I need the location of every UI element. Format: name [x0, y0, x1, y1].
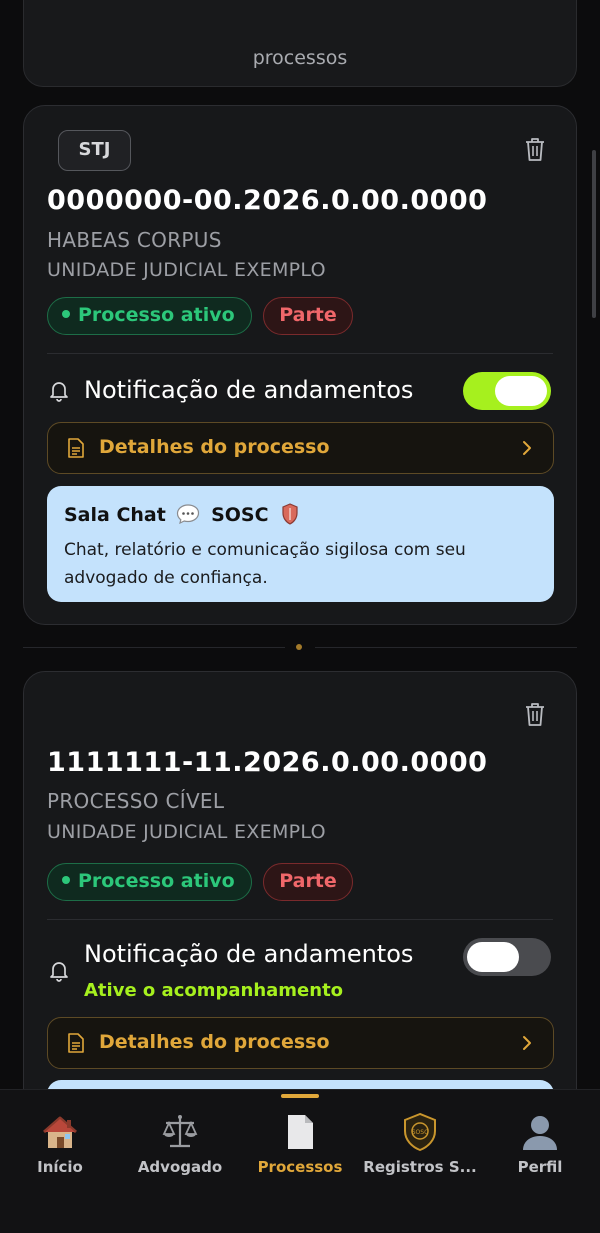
- process-number: 0000000-00.2026.0.00.0000: [47, 185, 488, 216]
- process-details-button[interactable]: Detalhes do processo: [47, 422, 554, 474]
- trash-icon[interactable]: [524, 136, 546, 162]
- notification-hint: Ative o acompanhamento: [84, 980, 344, 1001]
- tab-processos[interactable]: Processos: [240, 1112, 360, 1176]
- judicial-unit: UNIDADE JUDICIAL EXEMPLO: [47, 821, 326, 843]
- status-dot-icon: [62, 875, 70, 884]
- tab-advogado[interactable]: Advogado: [120, 1112, 240, 1176]
- toggle-knob: [467, 942, 519, 972]
- tab-label: Processos: [257, 1158, 343, 1176]
- tab-label: Registros S...: [363, 1158, 477, 1176]
- divider-dot: [296, 644, 302, 650]
- tab-label: Advogado: [137, 1158, 223, 1176]
- tab-label: Início: [37, 1158, 83, 1176]
- process-details-label: Detalhes do processo: [99, 436, 330, 458]
- chat-room-description: Chat, relatório e comunicação sigilosa c…: [64, 540, 466, 588]
- house-icon: [43, 1116, 77, 1148]
- previous-section-card: processos: [23, 0, 577, 87]
- document-icon: [288, 1115, 313, 1149]
- divider: [47, 919, 553, 920]
- divider: [47, 353, 553, 354]
- shield-icon: [282, 502, 298, 525]
- tab-inicio[interactable]: Início: [0, 1112, 120, 1176]
- judicial-unit: UNIDADE JUDICIAL EXEMPLO: [47, 259, 326, 281]
- toggle-knob: [495, 376, 547, 406]
- role-badge: Parte: [263, 863, 353, 901]
- status-badge: Processo ativo: [47, 863, 252, 901]
- scrollbar[interactable]: [592, 150, 596, 318]
- chat-room-title: Sala Chat SOSC: [64, 502, 299, 527]
- process-details-label: Detalhes do processo: [99, 1031, 330, 1053]
- tab-registros[interactable]: SOSC Registros S...: [360, 1112, 480, 1176]
- notification-label: Notificação de andamentos: [84, 940, 414, 968]
- bell-icon: [50, 962, 68, 982]
- bell-icon: [50, 382, 68, 402]
- bottom-tab-bar: Início Advogado Processos SOSC Registros…: [0, 1089, 600, 1233]
- document-icon: [68, 1033, 84, 1053]
- user-icon: [523, 1116, 557, 1150]
- status-dot-icon: [62, 309, 70, 318]
- document-icon: [68, 438, 84, 458]
- process-details-button[interactable]: Detalhes do processo: [47, 1017, 554, 1069]
- sosc-badge-icon: SOSC: [404, 1112, 436, 1152]
- trash-icon[interactable]: [524, 701, 546, 727]
- tab-label: Perfil: [517, 1158, 563, 1176]
- process-type: PROCESSO CÍVEL: [47, 789, 225, 813]
- notification-label: Notificação de andamentos: [84, 376, 414, 404]
- chevron-right-icon: [523, 1036, 531, 1050]
- role-badge: Parte: [263, 297, 353, 335]
- court-badge: STJ: [58, 130, 131, 171]
- tab-perfil[interactable]: Perfil: [480, 1112, 600, 1176]
- svg-text:SOSC: SOSC: [412, 1129, 429, 1136]
- chat-room-banner[interactable]: Sala Chat SOSC Chat, relatório e comunic…: [47, 486, 554, 602]
- process-card: STJ 0000000-00.2026.0.00.0000 HABEAS COR…: [23, 105, 577, 625]
- speech-bubble-icon: [177, 503, 200, 524]
- notification-toggle[interactable]: [463, 372, 551, 410]
- process-number: 1111111-11.2026.0.00.0000: [47, 747, 488, 778]
- previous-section-text: processos: [252, 47, 348, 69]
- status-badge: Processo ativo: [47, 297, 252, 335]
- scales-icon: [162, 1115, 198, 1148]
- active-tab-indicator: [281, 1094, 319, 1098]
- process-type: HABEAS CORPUS: [47, 228, 222, 252]
- section-divider: [23, 644, 577, 650]
- chevron-right-icon: [523, 441, 531, 455]
- notification-toggle[interactable]: [463, 938, 551, 976]
